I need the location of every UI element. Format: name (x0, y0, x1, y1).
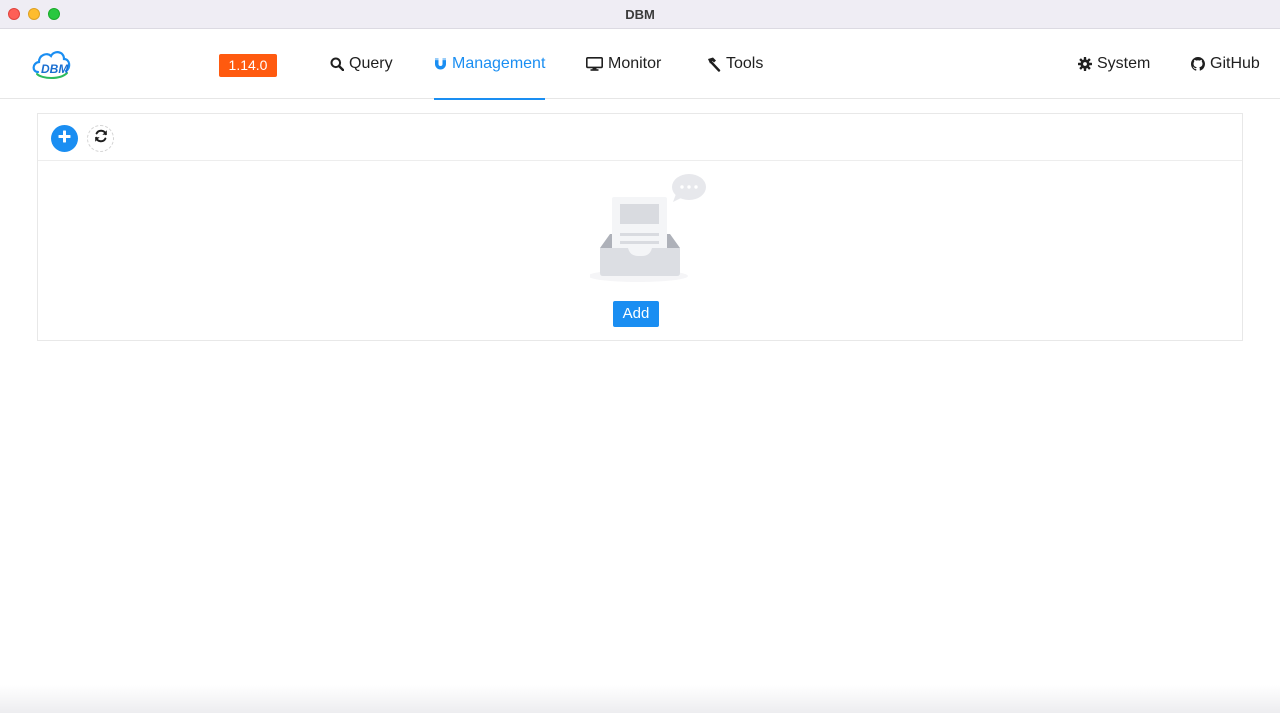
empty-inbox-icon (588, 172, 710, 284)
hammer-icon (705, 57, 721, 72)
nav-tab-query[interactable]: Query (330, 29, 393, 99)
app-header: DBM 1.14.0 Query Management Monitor Tool… (0, 29, 1280, 100)
search-icon (330, 57, 344, 71)
github-icon (1191, 57, 1205, 71)
monitor-icon (586, 57, 603, 71)
add-button[interactable]: Add (613, 301, 659, 327)
panel-toolbar (38, 114, 1242, 161)
nav-tab-tools[interactable]: Tools (705, 29, 763, 99)
connections-panel: Add (37, 113, 1243, 341)
gear-icon (1078, 57, 1092, 71)
plus-icon (58, 130, 71, 148)
dbm-logo-icon: DBM (32, 46, 72, 82)
window-bottom-shadow (0, 685, 1280, 713)
nav-system[interactable]: System (1078, 29, 1150, 99)
title-bar: DBM (0, 0, 1280, 29)
magnet-icon (434, 57, 447, 71)
add-connection-button[interactable] (51, 125, 78, 152)
nav-tab-label: Tools (726, 55, 764, 72)
refresh-icon (94, 129, 108, 148)
svg-text:DBM: DBM (41, 62, 69, 76)
nav-tab-monitor[interactable]: Monitor (586, 29, 661, 99)
nav-tab-label: Query (349, 55, 393, 72)
refresh-button[interactable] (87, 125, 114, 152)
nav-system-label: System (1097, 55, 1151, 72)
nav-tab-label: Monitor (608, 55, 662, 72)
nav-github[interactable]: GitHub (1191, 29, 1260, 99)
nav-tab-management[interactable]: Management (434, 29, 546, 100)
version-badge: 1.14.0 (219, 54, 277, 77)
nav-tab-label: Management (452, 55, 546, 72)
nav-github-label: GitHub (1210, 55, 1260, 72)
window-title: DBM (625, 7, 655, 22)
